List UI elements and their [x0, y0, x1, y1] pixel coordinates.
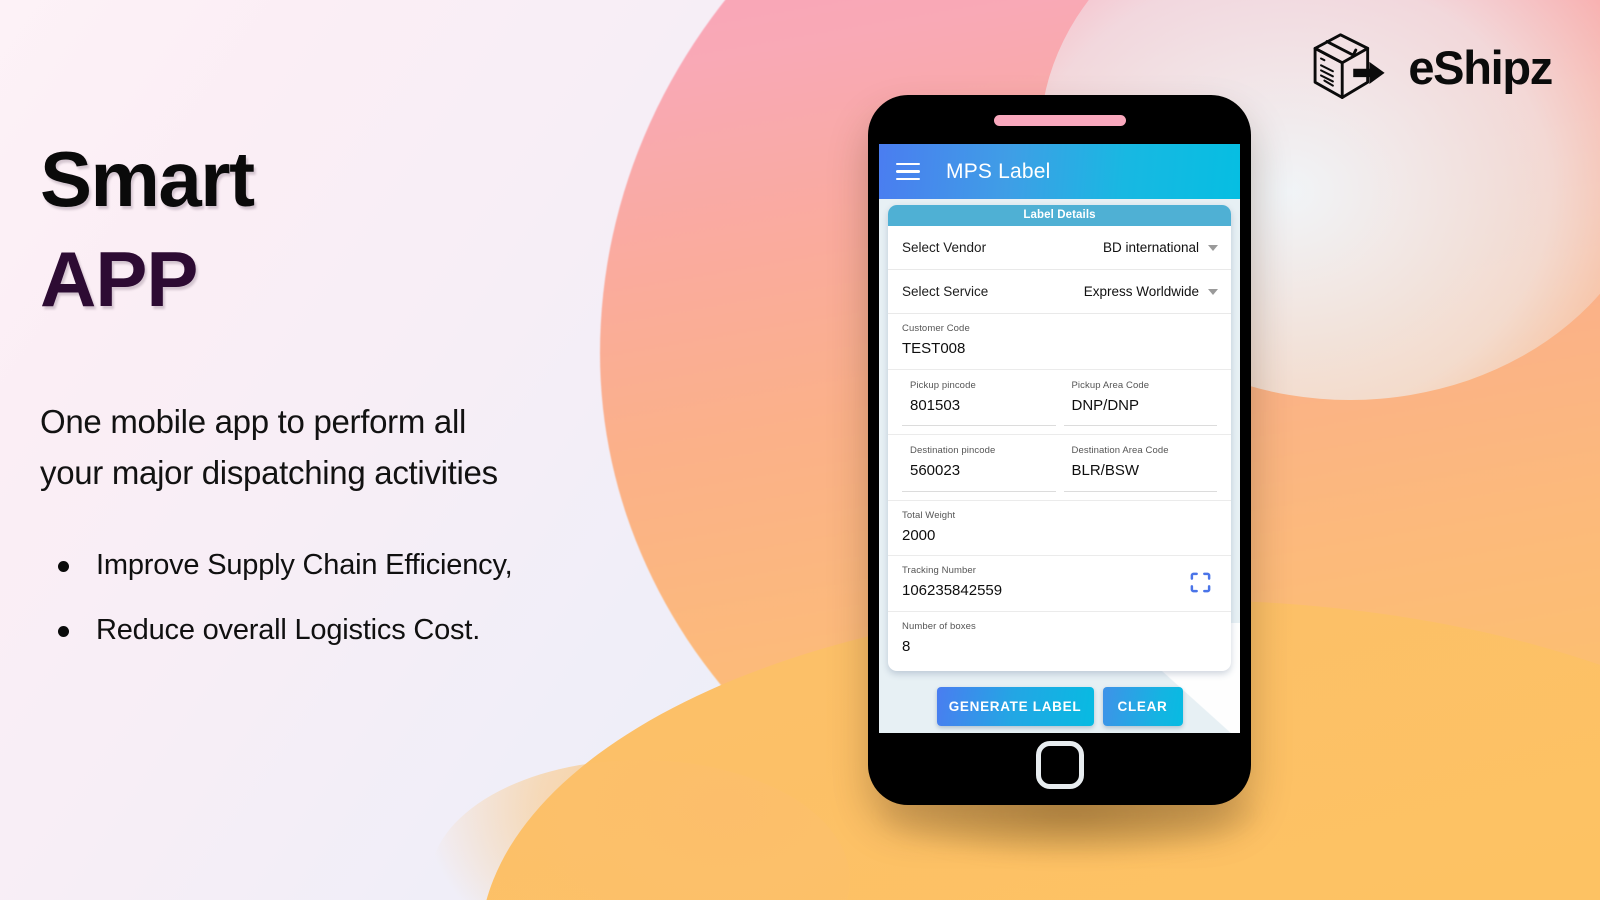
destination-area-code-label: Destination Area Code	[1071, 445, 1169, 456]
number-of-boxes-value: 8	[902, 637, 911, 655]
headline-app: APP	[40, 235, 198, 323]
select-service-value: Express Worldwide	[1083, 284, 1199, 299]
select-vendor-row[interactable]: Select Vendor BD international	[888, 226, 1231, 270]
destination-area-code-value: BLR/BSW	[1071, 462, 1140, 480]
number-of-boxes-label: Number of boxes	[902, 620, 976, 632]
total-weight-label: Total Weight	[902, 509, 956, 521]
number-of-boxes-field[interactable]: Number of boxes 8	[888, 612, 1231, 672]
label-details-card: Label Details Select Vendor BD internati…	[888, 205, 1231, 671]
tracking-number-label: Tracking Number	[902, 565, 977, 576]
subheadline-line-2: your major dispatching activities	[40, 454, 498, 492]
tracking-number-field[interactable]: Tracking Number 106235842559	[888, 556, 1231, 612]
pickup-area-code-label: Pickup Area Code	[1071, 379, 1150, 391]
select-vendor-control[interactable]: BD international	[1103, 240, 1218, 255]
phone-mockup: MPS Label Label Details Select Vendor BD…	[868, 95, 1251, 805]
destination-pincode-label: Destination pincode	[910, 445, 996, 456]
hero-copy: Smart APP One mobile app to perform all …	[40, 140, 680, 678]
destination-pincode-value: 560023	[910, 462, 961, 480]
pickup-pincode-value: 801503	[910, 396, 961, 414]
promo-banner: Smart APP One mobile app to perform all …	[0, 0, 1600, 900]
pickup-area-code-value: DNP/DNP	[1071, 396, 1140, 414]
brand-name: eShipz	[1408, 40, 1553, 94]
select-service-control[interactable]: Express Worldwide	[1084, 284, 1218, 299]
phone-speaker	[993, 115, 1126, 126]
customer-code-field[interactable]: Customer Code TEST008	[888, 314, 1231, 370]
headline-smart: Smart	[40, 135, 255, 223]
app-bar: MPS Label	[879, 144, 1240, 199]
select-vendor-value: BD international	[1102, 240, 1199, 255]
benefits-list: Improve Supply Chain Efficiency, Reduce …	[40, 548, 680, 648]
select-vendor-label: Select Vendor	[902, 240, 987, 255]
pickup-pincode-field[interactable]: Pickup pincode 801503	[902, 379, 1056, 426]
hamburger-menu-icon[interactable]	[896, 162, 920, 181]
destination-fields-row: Destination pincode 560023 Destination A…	[888, 435, 1231, 501]
tracking-number-text: Tracking Number 106235842559	[902, 564, 1002, 602]
total-weight-value: 2000	[902, 526, 936, 544]
list-item: Reduce overall Logistics Cost.	[40, 613, 680, 648]
action-buttons: GENERATE LABEL CLEAR	[879, 671, 1240, 726]
select-service-label: Select Service	[902, 284, 989, 299]
pickup-fields-row: Pickup pincode 801503 Pickup Area Code D…	[888, 370, 1231, 435]
home-button-icon[interactable]	[1035, 741, 1084, 789]
destination-pincode-field[interactable]: Destination pincode 560023	[902, 444, 1056, 492]
app-bar-title: MPS Label	[946, 159, 1051, 183]
list-item: Improve Supply Chain Efficiency,	[40, 548, 680, 583]
chevron-down-icon[interactable]	[1208, 244, 1218, 251]
select-service-row[interactable]: Select Service Express Worldwide	[888, 270, 1231, 314]
customer-code-label: Customer Code	[902, 323, 970, 334]
card-header-title: Label Details	[888, 205, 1231, 226]
phone-screen: MPS Label Label Details Select Vendor BD…	[879, 144, 1240, 733]
subheadline-line-1: One mobile app to perform all	[40, 403, 467, 440]
clear-button[interactable]: CLEAR	[1102, 687, 1183, 726]
brand-logo: eShipz	[1306, 28, 1553, 106]
pickup-pincode-label: Pickup pincode	[910, 379, 976, 391]
customer-code-value: TEST008	[902, 340, 966, 358]
destination-area-code-field[interactable]: Destination Area Code BLR/BSW	[1063, 444, 1217, 492]
generate-label-button[interactable]: GENERATE LABEL	[936, 687, 1094, 726]
scan-barcode-icon[interactable]	[1189, 571, 1212, 594]
chevron-down-icon[interactable]	[1208, 288, 1218, 295]
tracking-number-value: 106235842559	[902, 582, 1003, 600]
total-weight-field[interactable]: Total Weight 2000	[888, 501, 1231, 556]
package-box-arrow-icon	[1313, 33, 1385, 99]
subheadline: One mobile app to perform all your major…	[40, 396, 680, 498]
pickup-area-code-field[interactable]: Pickup Area Code DNP/DNP	[1063, 379, 1217, 426]
form-card-wrapper: Label Details Select Vendor BD internati…	[879, 199, 1240, 671]
